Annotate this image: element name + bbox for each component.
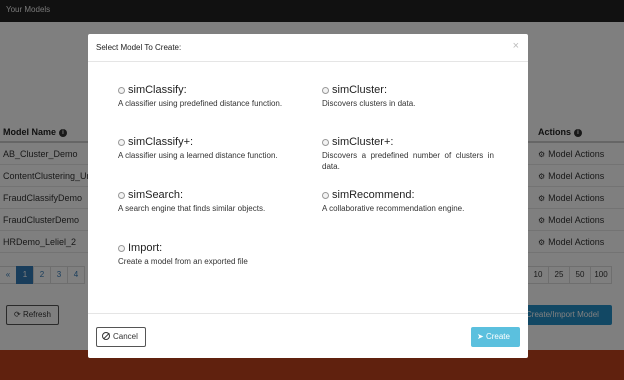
option-title: simSearch: xyxy=(128,189,184,201)
option-simcluster[interactable]: simCluster: Discovers clusters in data. xyxy=(322,84,492,109)
option-description: Create a model from an exported file xyxy=(118,257,248,266)
paper-plane-icon: ➤ xyxy=(477,332,484,341)
close-icon[interactable]: × xyxy=(513,40,519,52)
radio-simcluster-plus[interactable] xyxy=(322,138,329,146)
option-description: A classifier using a learned distance fu… xyxy=(118,151,278,160)
option-simcluster-plus[interactable]: simCluster+: Discovers a predefined numb… xyxy=(322,136,494,172)
radio-simcluster[interactable] xyxy=(322,86,329,94)
cancel-button[interactable]: Cancel xyxy=(96,327,146,347)
option-description: A classifier using predefined distance f… xyxy=(118,99,283,108)
dialog-header: Select Model To Create: × xyxy=(88,34,528,62)
option-simclassify-plus[interactable]: simClassify+: A classifier using a learn… xyxy=(118,136,288,161)
option-description: Discovers a predefined number of cluster… xyxy=(322,151,494,171)
option-title: simClassify: xyxy=(128,84,187,96)
option-title: simCluster: xyxy=(332,84,388,96)
option-simrecommend[interactable]: simRecommend: A collaborative recommenda… xyxy=(322,189,492,214)
option-title: Import: xyxy=(128,242,163,254)
option-import[interactable]: Import: Create a model from an exported … xyxy=(118,242,288,267)
radio-import[interactable] xyxy=(118,244,125,252)
option-title: simRecommend: xyxy=(332,189,415,201)
select-model-dialog: Select Model To Create: × simClassify: A… xyxy=(88,34,528,358)
radio-simclassify[interactable] xyxy=(118,86,125,94)
dialog-footer: Cancel ➤ Create xyxy=(88,313,528,358)
option-simclassify[interactable]: simClassify: A classifier using predefin… xyxy=(118,84,288,109)
option-description: Discovers clusters in data. xyxy=(322,99,416,108)
option-description: A collaborative recommendation engine. xyxy=(322,204,465,213)
option-title: simCluster+: xyxy=(332,136,394,148)
radio-simsearch[interactable] xyxy=(118,191,125,199)
ban-icon xyxy=(102,332,110,340)
option-simsearch[interactable]: simSearch: A search engine that finds si… xyxy=(118,189,288,214)
create-button[interactable]: ➤ Create xyxy=(471,327,520,347)
radio-simrecommend[interactable] xyxy=(322,191,329,199)
option-description: A search engine that finds similar objec… xyxy=(118,204,266,213)
radio-simclassify-plus[interactable] xyxy=(118,138,125,146)
dialog-title: Select Model To Create: xyxy=(96,43,182,52)
option-title: simClassify+: xyxy=(128,136,194,148)
